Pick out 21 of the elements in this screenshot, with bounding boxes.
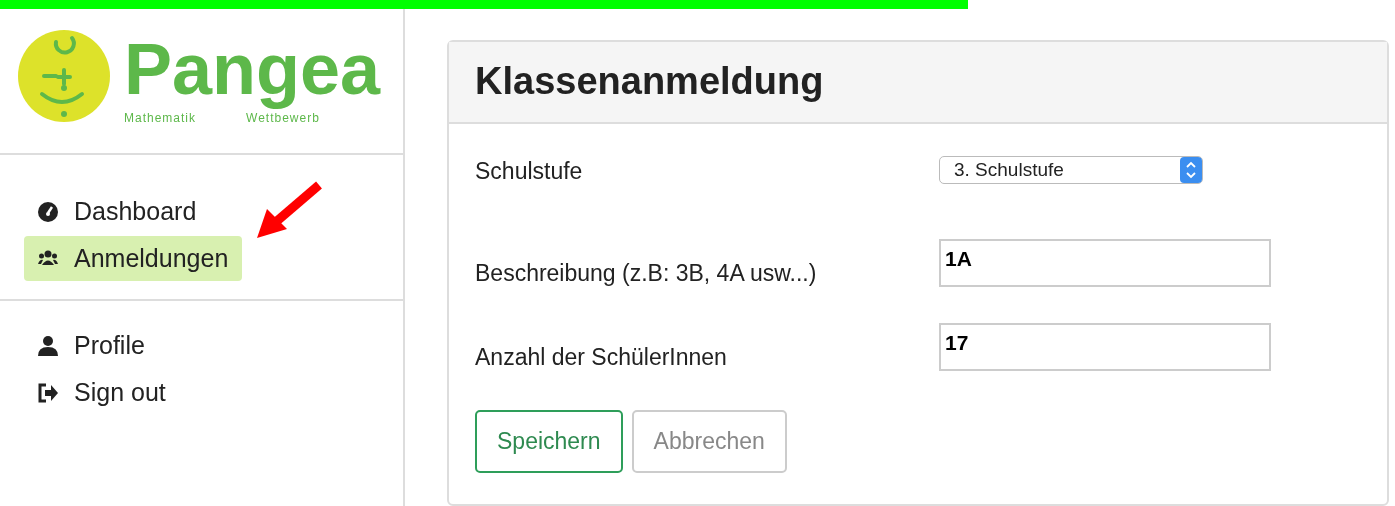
logo-tagline: Mathematik	[124, 110, 197, 125]
user-icon	[38, 335, 58, 356]
select-field[interactable]: 3. Schulstufe	[939, 156, 1203, 184]
field-label: Schulstufe	[475, 157, 584, 185]
field-label: Beschreibung (z.B: 3B, 4A usw...)	[475, 258, 818, 287]
smiley-logo-icon	[18, 29, 110, 122]
annotation-arrow	[255, 181, 325, 241]
sign-out-icon	[38, 382, 58, 403]
input-field[interactable]: 1A	[939, 239, 1271, 287]
panel-title: Klassenanmeldung	[475, 59, 825, 104]
nav-link[interactable]: Sign out	[24, 370, 180, 415]
cancel-button[interactable]: Abbrechen	[631, 410, 787, 473]
chevron-up-down-icon	[1180, 157, 1202, 183]
field-label: Anzahl der SchülerInnen	[475, 342, 728, 371]
nav-link[interactable]: Anmeldungen	[24, 236, 243, 281]
input-field[interactable]: 17	[939, 323, 1271, 371]
dashboard-gauge-icon	[38, 201, 58, 222]
nav-link[interactable]: Profile	[24, 323, 159, 368]
save-button[interactable]: Speichern	[475, 410, 623, 473]
nav-link[interactable]: Dashboard	[24, 189, 211, 234]
logo-tagline: Wettbewerb	[246, 110, 320, 125]
